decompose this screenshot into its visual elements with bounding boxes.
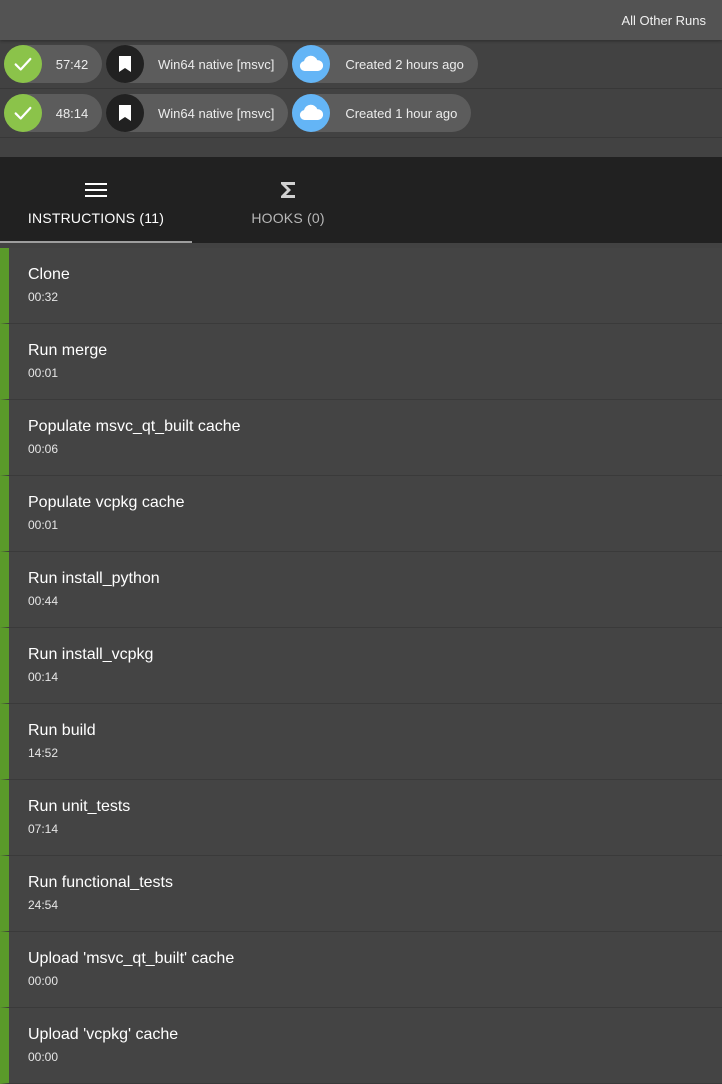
instruction-name: Run merge bbox=[28, 342, 108, 359]
instruction-name: Clone bbox=[28, 266, 70, 283]
instruction-item[interactable]: Upload 'msvc_qt_built' cache 00:00 bbox=[0, 932, 722, 1008]
tab-instructions-label: INSTRUCTIONS (11) bbox=[27, 210, 165, 226]
sigma-icon bbox=[280, 178, 296, 202]
run-row[interactable]: 48:14 Win64 native [msvc] Created 1 hour… bbox=[0, 89, 722, 138]
instruction-item[interactable]: Upload 'vcpkg' cache 00:00 bbox=[0, 1008, 722, 1084]
cloud-icon bbox=[292, 45, 331, 83]
instruction-item[interactable]: Run unit_tests 07:14 bbox=[0, 780, 722, 856]
check-icon bbox=[4, 94, 42, 132]
instruction-duration: 00:01 bbox=[28, 518, 59, 532]
instruction-duration: 14:52 bbox=[28, 746, 59, 760]
all-other-runs-link[interactable]: All Other Runs bbox=[621, 13, 706, 28]
instruction-duration: 00:06 bbox=[28, 442, 59, 456]
run-created-chip[interactable]: Created 1 hour ago bbox=[292, 94, 472, 132]
menu-icon bbox=[85, 178, 107, 202]
instruction-duration: 00:44 bbox=[28, 594, 59, 608]
run-task-chip[interactable]: Win64 native [msvc] bbox=[106, 94, 289, 132]
run-task-name: Win64 native [msvc] bbox=[158, 56, 275, 72]
instruction-item[interactable]: Run build 14:52 bbox=[0, 704, 722, 780]
instruction-duration: 24:54 bbox=[28, 898, 59, 912]
instruction-duration: 00:01 bbox=[28, 366, 59, 380]
run-task-name: Win64 native [msvc] bbox=[158, 105, 275, 121]
instruction-name: Run install_python bbox=[28, 570, 160, 587]
instruction-name: Populate msvc_qt_built cache bbox=[28, 418, 241, 435]
tab-instructions[interactable]: INSTRUCTIONS (11) bbox=[0, 157, 192, 243]
tab-hooks[interactable]: HOOKS (0) bbox=[192, 157, 384, 243]
run-task-chip[interactable]: Win64 native [msvc] bbox=[106, 45, 289, 83]
instruction-item[interactable]: Run install_vcpkg 00:14 bbox=[0, 628, 722, 704]
tab-bar: INSTRUCTIONS (11) HOOKS (0) bbox=[0, 157, 722, 243]
instruction-duration: 00:00 bbox=[28, 974, 59, 988]
instruction-name: Run functional_tests bbox=[28, 874, 173, 891]
instruction-item[interactable]: Populate vcpkg cache 00:01 bbox=[0, 476, 722, 552]
instruction-duration: 07:14 bbox=[28, 822, 59, 836]
bookmark-icon bbox=[106, 94, 144, 132]
run-created-time: Created 2 hours ago bbox=[345, 56, 464, 72]
cloud-icon bbox=[292, 94, 331, 132]
instruction-item[interactable]: Populate msvc_qt_built cache 00:06 bbox=[0, 400, 722, 476]
instruction-item[interactable]: Run functional_tests 24:54 bbox=[0, 856, 722, 932]
instruction-item[interactable]: Run install_python 00:44 bbox=[0, 552, 722, 628]
instruction-list: Clone 00:32 Run merge 00:01 Populate msv… bbox=[0, 248, 722, 1084]
instruction-duration: 00:00 bbox=[28, 1050, 59, 1064]
instruction-name: Populate vcpkg cache bbox=[28, 494, 185, 511]
instruction-duration: 00:14 bbox=[28, 670, 59, 684]
top-bar: All Other Runs bbox=[0, 0, 722, 40]
run-list: 57:42 Win64 native [msvc] Created 2 hour… bbox=[0, 40, 722, 138]
run-row[interactable]: 57:42 Win64 native [msvc] Created 2 hour… bbox=[0, 40, 722, 89]
instruction-duration: 00:32 bbox=[28, 290, 59, 304]
tab-hooks-label: HOOKS (0) bbox=[251, 210, 325, 226]
instruction-name: Upload 'msvc_qt_built' cache bbox=[28, 950, 235, 967]
instruction-item[interactable]: Run merge 00:01 bbox=[0, 324, 722, 400]
run-created-time: Created 1 hour ago bbox=[345, 105, 458, 121]
section-divider bbox=[0, 138, 722, 157]
run-duration: 48:14 bbox=[55, 105, 89, 121]
run-created-chip[interactable]: Created 2 hours ago bbox=[292, 45, 478, 83]
instruction-name: Run unit_tests bbox=[28, 798, 131, 815]
run-duration: 57:42 bbox=[55, 56, 89, 72]
run-status-chip[interactable]: 57:42 bbox=[4, 45, 102, 83]
run-status-chip[interactable]: 48:14 bbox=[4, 94, 102, 132]
instruction-name: Run install_vcpkg bbox=[28, 646, 154, 663]
check-icon bbox=[4, 45, 42, 83]
instruction-name: Upload 'vcpkg' cache bbox=[28, 1026, 179, 1043]
instruction-name: Run build bbox=[28, 722, 96, 739]
instruction-item[interactable]: Clone 00:32 bbox=[0, 248, 722, 324]
bookmark-icon bbox=[106, 45, 144, 83]
